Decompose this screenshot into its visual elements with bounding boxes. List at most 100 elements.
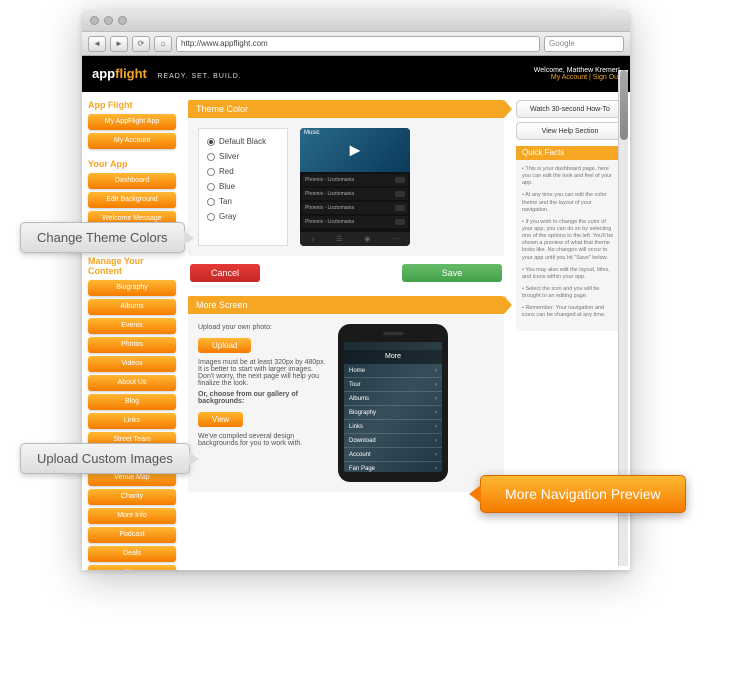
quick-facts-header: Quick Facts <box>516 146 624 160</box>
theme-color-header: Theme Color <box>188 100 504 118</box>
sidebar-item[interactable]: About Us <box>88 375 176 391</box>
sidebar-section-title: Manage Your Content <box>88 256 176 276</box>
view-hint: We've compiled several design background… <box>198 433 328 447</box>
sidebar-section-title: Your App <box>88 159 176 169</box>
choose-label: Or, choose from our gallery of backgroun… <box>198 391 328 405</box>
sidebar-item[interactable]: Blog <box>88 394 176 410</box>
howto-button[interactable]: Watch 30-second How-To <box>516 100 624 118</box>
quick-fact-item: • This is your dashboard page, here you … <box>522 166 618 187</box>
theme-option-label: Blue <box>219 182 235 191</box>
phone-nav-row[interactable]: Albums› <box>344 392 442 406</box>
app-header: appflight READY. SET. BUILD. Welcome, Ma… <box>82 56 630 92</box>
scroll-thumb[interactable] <box>620 92 628 140</box>
sidebar-item[interactable]: Biography <box>88 280 176 296</box>
radio-icon[interactable] <box>207 138 215 146</box>
search-bar[interactable]: Google <box>544 36 624 52</box>
preview-label: Music <box>304 130 320 136</box>
radio-icon[interactable] <box>207 153 215 161</box>
home-button[interactable]: ⌂ <box>154 36 172 52</box>
radio-icon[interactable] <box>207 213 215 221</box>
theme-option[interactable]: Blue <box>207 182 279 191</box>
phone-nav-row[interactable]: Links› <box>344 420 442 434</box>
sidebar-item[interactable]: Charity <box>88 489 176 505</box>
welcome-block: Welcome, Matthew Kremer! My Account | Si… <box>534 67 620 81</box>
sidebar-item[interactable]: Albums <box>88 299 176 315</box>
sidebar-section-title: App Flight <box>88 100 176 110</box>
phone-nav-row[interactable]: Fan Page› <box>344 462 442 472</box>
quick-fact-item: • Remember: Your navigation and icons ca… <box>522 305 618 319</box>
quick-fact-item: • If you wish to change the color of you… <box>522 219 618 262</box>
tab-icon[interactable]: ☰ <box>336 235 342 243</box>
sidebar-item[interactable]: Man <box>88 565 176 570</box>
help-button[interactable]: View Help Section <box>516 122 624 140</box>
url-bar[interactable]: http://www.appflight.com <box>176 36 540 52</box>
preview-tabbar: ♪ ☰ ◉ ⋯ <box>300 232 410 246</box>
logo: appflight <box>92 66 147 81</box>
sidebar-item[interactable]: Dashboard <box>88 173 176 189</box>
phone-nav-row[interactable]: Biography› <box>344 406 442 420</box>
callout-theme-colors: Change Theme Colors <box>20 222 185 253</box>
theme-option[interactable]: Silver <box>207 152 279 161</box>
radio-icon[interactable] <box>207 168 215 176</box>
sidebar: App Flight My AppFlight App My Account Your… <box>82 92 182 570</box>
play-icon[interactable]: ▶ <box>350 142 361 159</box>
back-button[interactable]: ◄ <box>88 36 106 52</box>
theme-option-label: Default Black <box>219 137 266 146</box>
phone-nav-row[interactable]: Home› <box>344 364 442 378</box>
sidebar-item[interactable]: Videos <box>88 356 176 372</box>
callout-upload-images: Upload Custom Images <box>20 443 190 474</box>
track-row[interactable]: Phoenix - Lisztomania <box>302 174 408 186</box>
phone-nav-row[interactable]: Tour› <box>344 378 442 392</box>
theme-option[interactable]: Red <box>207 167 279 176</box>
cancel-button[interactable]: Cancel <box>190 264 260 282</box>
phone-nav-row[interactable]: Download› <box>344 434 442 448</box>
theme-panel: Default BlackSilverRedBlueTanGray Music … <box>188 118 504 256</box>
track-row[interactable]: Phoenix - Lisztomania <box>302 202 408 214</box>
titlebar <box>82 10 630 32</box>
quick-fact-item: • You may also edit the layout, titles, … <box>522 267 618 281</box>
track-row[interactable]: Phoenix - Lisztomania <box>302 188 408 200</box>
quick-fact-item: • Select the icon and you will be brough… <box>522 286 618 300</box>
sidebar-item[interactable]: My Account <box>88 133 176 149</box>
theme-option-label: Red <box>219 167 234 176</box>
upload-hint: Images must be at least 320px by 480px. … <box>198 359 328 387</box>
zoom-icon[interactable] <box>118 16 127 25</box>
reload-button[interactable]: ⟳ <box>132 36 150 52</box>
theme-option-label: Gray <box>219 212 236 221</box>
sidebar-item[interactable]: Podcast <box>88 527 176 543</box>
theme-option[interactable]: Gray <box>207 212 279 221</box>
phone-screen-title: More <box>344 350 442 364</box>
sidebar-item[interactable]: More Info <box>88 508 176 524</box>
track-row[interactable]: Phoenix - Lisztomania <box>302 216 408 228</box>
theme-options: Default Black Silver Red Blue Tan Gray <box>198 128 288 246</box>
sidebar-item[interactable]: Deals <box>88 546 176 562</box>
phone-nav-row[interactable]: Account› <box>344 448 442 462</box>
tab-icon[interactable]: ◉ <box>364 235 370 243</box>
sidebar-item[interactable]: Photos <box>88 337 176 353</box>
radio-icon[interactable] <box>207 198 215 206</box>
tab-icon[interactable]: ⋯ <box>392 235 399 243</box>
close-icon[interactable] <box>90 16 99 25</box>
radio-icon[interactable] <box>207 183 215 191</box>
upload-button[interactable]: Upload <box>198 338 251 353</box>
more-screen-header: More Screen <box>188 296 504 314</box>
minimize-icon[interactable] <box>104 16 113 25</box>
sidebar-item[interactable]: Edit Background <box>88 192 176 208</box>
theme-option[interactable]: Tan <box>207 197 279 206</box>
forward-button[interactable]: ► <box>110 36 128 52</box>
sidebar-item[interactable]: Events <box>88 318 176 334</box>
sidebar-item[interactable]: Links <box>88 413 176 429</box>
view-button[interactable]: View <box>198 412 243 427</box>
tagline: READY. SET. BUILD. <box>157 73 241 80</box>
main-content: Theme Color Default Black Silver Red Blue Ta… <box>182 92 510 570</box>
browser-toolbar: ◄ ► ⟳ ⌂ http://www.appflight.com Google <box>82 32 630 56</box>
tab-icon[interactable]: ♪ <box>311 236 315 243</box>
theme-option[interactable]: Default Black <box>207 137 279 146</box>
sidebar-item[interactable]: My AppFlight App <box>88 114 176 130</box>
phone-preview: More Home›Tour›Albums›Biography›Links›Do… <box>338 324 448 482</box>
save-button[interactable]: Save <box>402 264 502 282</box>
quick-fact-item: • At any time you can edit the color the… <box>522 192 618 213</box>
account-links[interactable]: My Account | Sign Out <box>534 74 620 81</box>
upload-label: Upload your own photo: <box>198 324 328 331</box>
theme-option-label: Silver <box>219 152 239 161</box>
